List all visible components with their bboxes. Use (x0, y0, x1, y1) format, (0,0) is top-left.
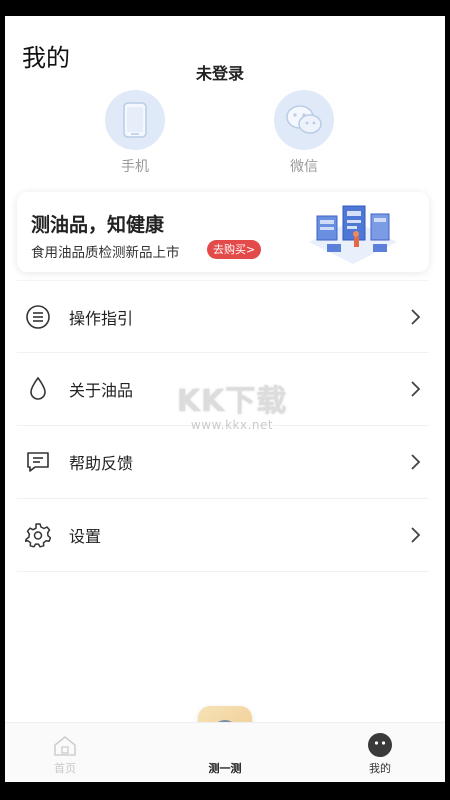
menu-label-about-oil: 关于油品 (69, 381, 134, 400)
chevron-right-icon (411, 308, 421, 325)
profile-face-icon (360, 732, 400, 758)
banner-illustration (303, 198, 403, 270)
wechat-icon (274, 90, 334, 150)
menu-label-feedback: 帮助反馈 (69, 454, 134, 473)
chevron-right-icon (411, 527, 421, 543)
feedback-icon (25, 449, 51, 475)
menu-item-feedback[interactable]: 帮助反馈 (17, 426, 429, 499)
tab-home-label: 首页 (54, 762, 76, 775)
menu-list: 操作指引 关于油品 帮助反馈 设置 (17, 280, 429, 572)
home-icon (43, 734, 87, 758)
login-wechat-option[interactable]: 微信 (272, 90, 336, 176)
bottom-tab-bar: 首页 测一测 我的 (5, 722, 445, 782)
oil-drop-icon (25, 376, 51, 402)
app-screen: 我的 未登录 手机 微信 测油品，知健康 食用油品质检测新品上市 去购买> 操作… (5, 16, 445, 782)
login-phone-option[interactable]: 手机 (103, 90, 167, 176)
banner-title: 测油品，知健康 (31, 214, 165, 236)
buy-button[interactable]: 去购买> (207, 240, 262, 259)
tab-measure[interactable]: 测一测 (190, 760, 260, 776)
phone-icon (105, 90, 165, 150)
login-status[interactable]: 未登录 (5, 60, 435, 84)
tab-mine[interactable]: 我的 (360, 732, 400, 776)
promo-banner[interactable]: 测油品，知健康 食用油品质检测新品上市 去购买> (17, 192, 429, 272)
tab-measure-label: 测一测 (208, 762, 242, 775)
menu-label-guide: 操作指引 (69, 308, 134, 328)
menu-item-about-oil[interactable]: 关于油品 (17, 353, 429, 426)
menu-item-settings[interactable]: 设置 (17, 499, 429, 572)
login-wechat-label: 微信 (290, 159, 318, 175)
tab-mine-label: 我的 (369, 762, 391, 775)
tab-home[interactable]: 首页 (43, 734, 87, 776)
login-phone-label: 手机 (121, 159, 149, 175)
settings-gear-icon (25, 522, 51, 548)
list-icon (25, 304, 51, 330)
menu-item-guide[interactable]: 操作指引 (17, 280, 429, 353)
banner-subtitle: 食用油品质检测新品上市 (31, 245, 180, 261)
chevron-right-icon (411, 454, 421, 470)
chevron-right-icon (411, 381, 421, 397)
menu-label-settings: 设置 (69, 527, 102, 546)
